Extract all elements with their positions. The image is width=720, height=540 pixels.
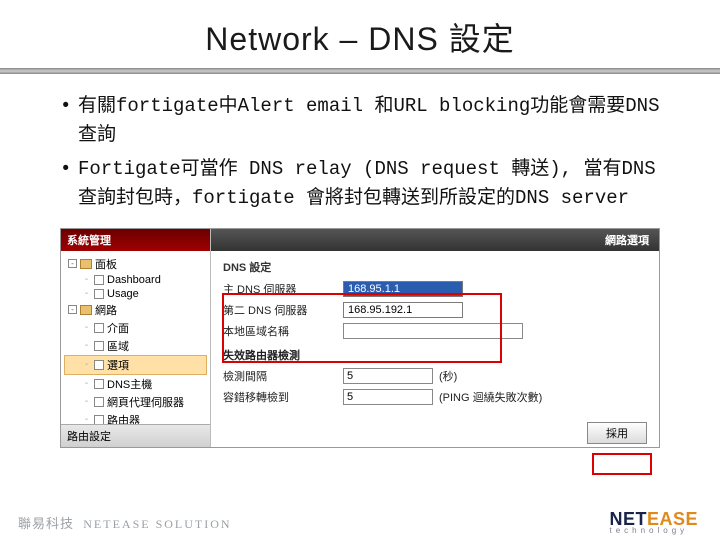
bullet-item: Fortigate可當作 DNS relay (DNS request 轉送),…	[78, 155, 660, 214]
tree-connector-icon: -	[82, 288, 91, 299]
primary-dns-label: 主 DNS 伺服器	[223, 281, 343, 297]
sidebar-footer[interactable]: 路由設定	[61, 424, 210, 447]
page-icon	[94, 275, 104, 285]
tree-node-dashboard[interactable]: - Dashboard	[64, 273, 207, 287]
tree-connector-icon: -	[82, 322, 91, 333]
footer-en: NETEASE SOLUTION	[83, 517, 231, 531]
tree-label: 路由器	[107, 412, 140, 424]
secondary-dns-row: 第二 DNS 伺服器 168.95.192.1	[223, 302, 647, 318]
tree-label: DNS主機	[107, 376, 152, 392]
fortigate-screenshot: 系統管理 - 面板 - Dashboard - Usage - 網路	[60, 228, 660, 448]
footer-company: 聯易科技 NETEASE SOLUTION	[18, 513, 232, 532]
folder-icon	[80, 259, 92, 269]
page-icon	[94, 360, 104, 370]
sidebar: 系統管理 - 面板 - Dashboard - Usage - 網路	[61, 229, 211, 447]
failover-field[interactable]: 5	[343, 389, 433, 405]
tree-node-network-group[interactable]: - 網路	[64, 301, 207, 319]
tree-node-explicit-proxy[interactable]: - 網頁代理伺服器	[64, 393, 207, 411]
brand-tagline: technology	[609, 527, 698, 534]
tree-connector-icon: -	[82, 378, 91, 389]
highlight-frame-apply	[592, 453, 652, 475]
gateway-section-title: 失效路由器檢測	[223, 347, 647, 363]
local-domain-row: 本地區域名稱	[223, 323, 647, 339]
form-area: DNS 設定 主 DNS 伺服器 168.95.1.1 第二 DNS 伺服器 1…	[211, 251, 659, 418]
tree-label: Usage	[107, 288, 139, 300]
failover-row: 容錯移轉檢到 5 (PING 迴繞失敗次數)	[223, 389, 647, 405]
primary-dns-row: 主 DNS 伺服器 168.95.1.1	[223, 281, 647, 297]
sidebar-header: 系統管理	[61, 229, 210, 251]
tree-connector-icon: -	[82, 274, 91, 285]
page-icon	[94, 415, 104, 424]
main-pane: 網路選項 DNS 設定 主 DNS 伺服器 168.95.1.1 第二 DNS …	[211, 229, 659, 447]
tree-label: 區域	[107, 338, 129, 354]
collapse-icon[interactable]: -	[68, 305, 77, 314]
bullet-list: 有關fortigate中Alert email 和URL blocking功能會…	[0, 92, 720, 214]
tree-label: 面板	[95, 256, 117, 272]
slide-title: Network – DNS 設定	[0, 0, 720, 68]
collapse-icon[interactable]: -	[68, 259, 77, 268]
local-domain-label: 本地區域名稱	[223, 323, 343, 339]
tree-node-routing[interactable]: - 路由器	[64, 411, 207, 424]
tree-node-zone[interactable]: - 區域	[64, 337, 207, 355]
interval-row: 檢測間隔 5 (秒)	[223, 368, 647, 384]
tree-label: 網頁代理伺服器	[107, 394, 184, 410]
secondary-dns-field[interactable]: 168.95.192.1	[343, 302, 463, 318]
page-icon	[94, 323, 104, 333]
tree-node-usage[interactable]: - Usage	[64, 287, 207, 301]
interval-label: 檢測間隔	[223, 368, 343, 384]
footer-zh: 聯易科技	[18, 516, 74, 531]
tree-connector-icon: -	[82, 359, 91, 370]
tree-connector-icon: -	[82, 414, 91, 424]
tree-node-dns-table[interactable]: - DNS主機	[64, 375, 207, 393]
nav-tree: - 面板 - Dashboard - Usage - 網路 -	[61, 251, 210, 424]
apply-bar: 採用	[211, 418, 659, 448]
page-tab-bar: 網路選項	[211, 229, 659, 251]
tree-label: 介面	[107, 320, 129, 336]
interval-field[interactable]: 5	[343, 368, 433, 384]
apply-button[interactable]: 採用	[587, 422, 647, 444]
brand-logo: NETEASE technology	[609, 511, 698, 534]
local-domain-field[interactable]	[343, 323, 523, 339]
tree-label: Dashboard	[107, 274, 161, 286]
page-icon	[94, 397, 104, 407]
page-icon	[94, 289, 104, 299]
tree-node-interface[interactable]: - 介面	[64, 319, 207, 337]
bullet-item: 有關fortigate中Alert email 和URL blocking功能會…	[78, 92, 660, 151]
title-underline	[0, 68, 720, 74]
tree-connector-icon: -	[82, 396, 91, 407]
primary-dns-field[interactable]: 168.95.1.1	[343, 281, 463, 297]
folder-icon	[80, 305, 92, 315]
page-icon	[94, 341, 104, 351]
tree-node-dashboard-group[interactable]: - 面板	[64, 255, 207, 273]
tree-label: 選項	[107, 357, 129, 373]
interval-unit: (秒)	[439, 368, 457, 384]
failover-unit: (PING 迴繞失敗次數)	[439, 389, 542, 405]
tree-label: 網路	[95, 302, 117, 318]
tree-node-options[interactable]: - 選項	[64, 355, 207, 375]
tree-connector-icon: -	[82, 340, 91, 351]
failover-label: 容錯移轉檢到	[223, 389, 343, 405]
dns-section-title: DNS 設定	[223, 259, 647, 275]
page-icon	[94, 379, 104, 389]
secondary-dns-label: 第二 DNS 伺服器	[223, 302, 343, 318]
